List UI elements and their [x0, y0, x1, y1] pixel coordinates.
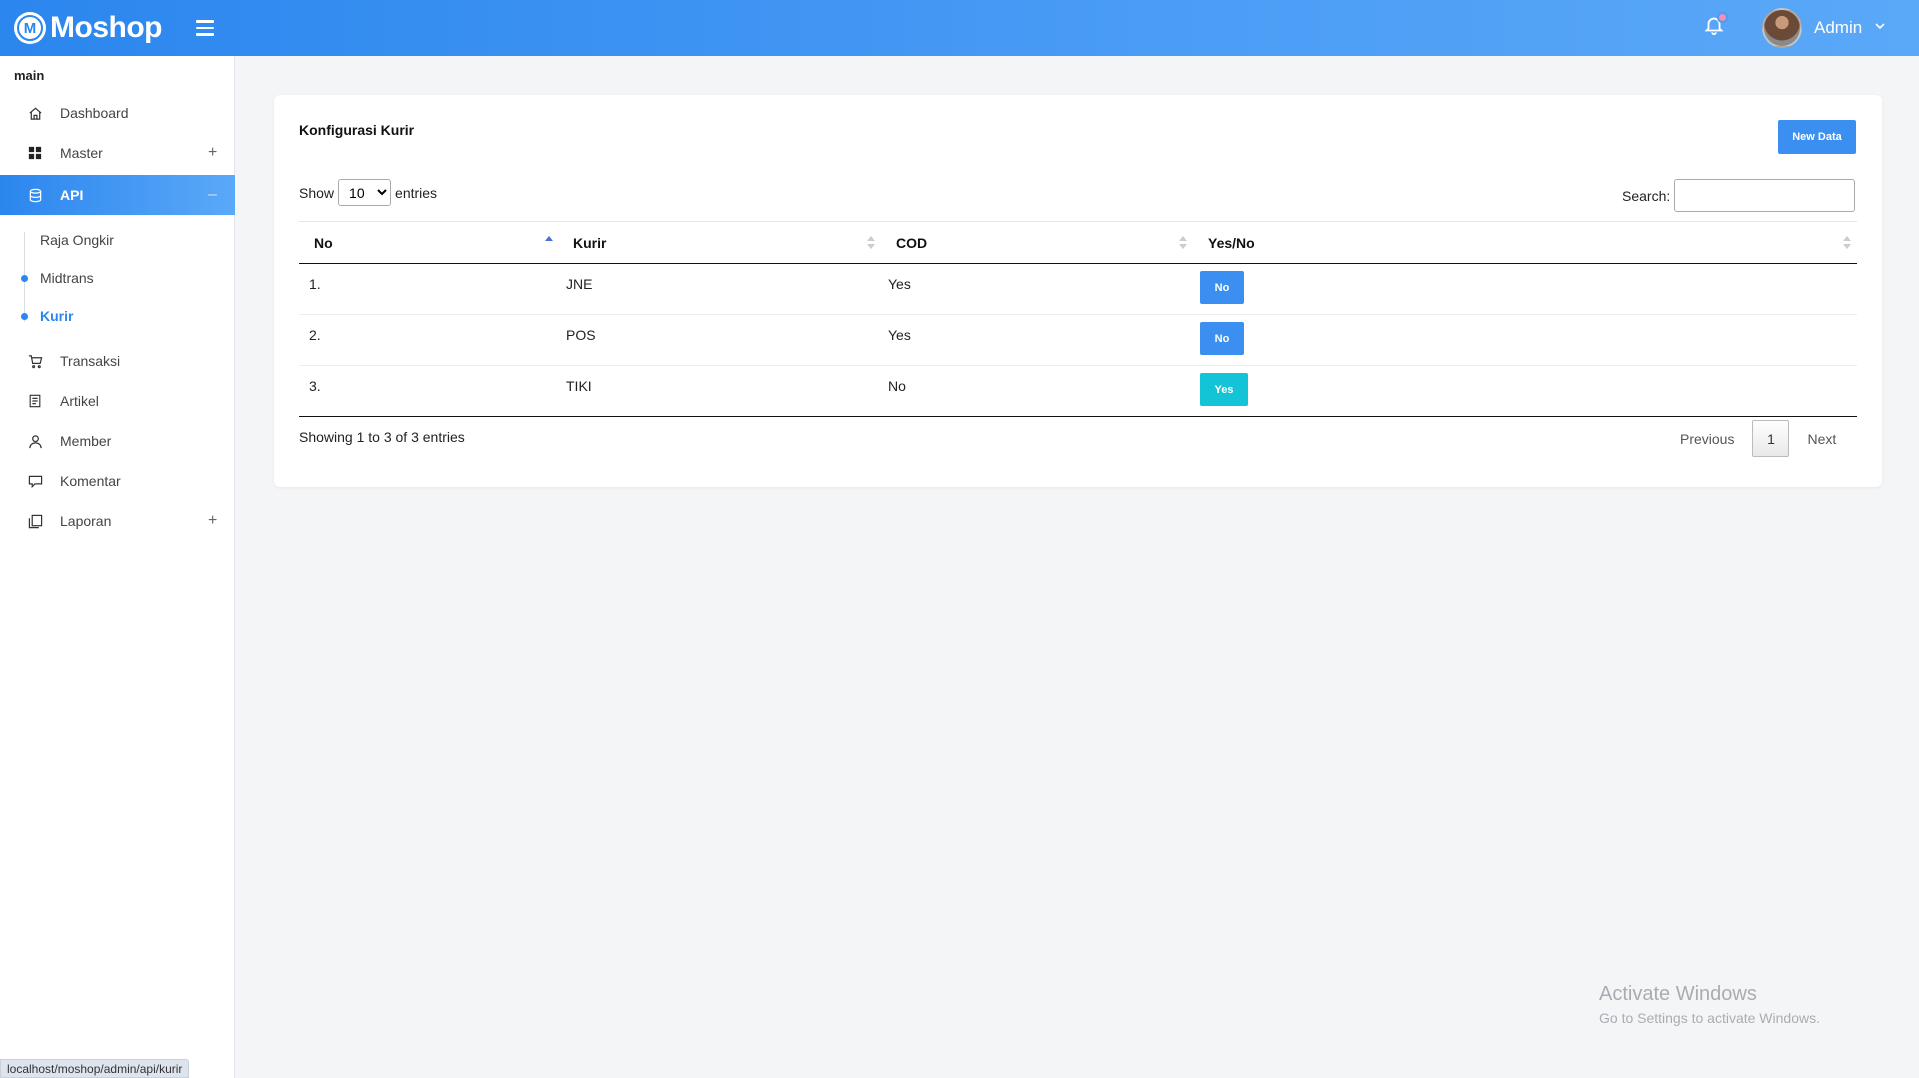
browser-status-url: localhost/moshop/admin/api/kurir: [0, 1059, 190, 1078]
sort-icon: [1179, 236, 1187, 250]
sidebar-item-label: Laporan: [60, 513, 112, 529]
sidebar-item-transaksi[interactable]: Transaksi: [0, 341, 235, 381]
collapse-icon[interactable]: –: [208, 186, 217, 204]
avatar[interactable]: [1762, 8, 1802, 48]
pagination: Previous 1 Next: [1680, 420, 1836, 457]
toggle-no-button[interactable]: No: [1200, 271, 1244, 304]
moshop-logo-icon: M: [14, 12, 46, 44]
cell-kurir: POS: [559, 314, 881, 366]
bullet-icon: [21, 312, 28, 320]
page-number-button[interactable]: 1: [1752, 420, 1790, 457]
sidebar-subitem-midtrans[interactable]: Midtrans: [0, 263, 235, 293]
sidebar-item-laporan[interactable]: Laporan +: [0, 501, 235, 541]
bullet-icon: [21, 274, 28, 282]
toggle-no-button[interactable]: No: [1200, 322, 1244, 355]
sidebar-subitem-label: Kurir: [40, 308, 74, 324]
table-header-row: No Kurir COD Yes/No: [299, 221, 1857, 264]
column-header-yes-no[interactable]: Yes/No: [1193, 221, 1857, 264]
next-page-button[interactable]: Next: [1807, 431, 1836, 447]
sidebar-item-artikel[interactable]: Artikel: [0, 381, 235, 421]
sidebar-item-label: Artikel: [60, 393, 99, 409]
sidebar-item-label: Master: [60, 145, 103, 161]
search-input[interactable]: [1674, 179, 1856, 212]
sidebar-item-label: Dashboard: [60, 105, 129, 121]
home-icon: [27, 105, 43, 121]
cell-kurir: JNE: [559, 263, 881, 315]
sort-icon: [867, 236, 875, 250]
brand-name: Moshop: [50, 11, 162, 44]
kurir-table: No Kurir COD Yes/No 1. JNE Yes No 2. POS…: [299, 221, 1857, 417]
sidebar-item-dashboard[interactable]: Dashboard: [0, 93, 235, 133]
sidebar-item-label: API: [60, 187, 84, 203]
previous-page-button[interactable]: Previous: [1680, 431, 1734, 447]
sidebar-subitem-label: Midtrans: [40, 270, 94, 286]
sidebar-item-label: Komentar: [60, 473, 121, 489]
expand-icon[interactable]: +: [208, 144, 217, 162]
notification-badge: [1717, 12, 1728, 23]
cell-cod: No: [881, 365, 1193, 417]
brand-logo[interactable]: M Moshop: [14, 11, 162, 45]
sidebar-item-label: Member: [60, 433, 112, 449]
top-navbar: M Moshop Admin: [0, 0, 1919, 56]
sidebar-subitem-label: Raja Ongkir: [40, 232, 114, 248]
user-icon: [27, 433, 43, 449]
sidebar-item-label: Transaksi: [60, 353, 121, 369]
sidebar-subitem-kurir[interactable]: Kurir: [0, 301, 235, 331]
cell-no: 1.: [299, 263, 559, 315]
table-row: 2. POS Yes No: [299, 314, 1857, 366]
search-control: Search:: [1622, 179, 1856, 212]
notification-bell-icon[interactable]: [1703, 12, 1728, 40]
cell-no: 2.: [299, 314, 559, 366]
sidebar-subitem-raja-ongkir[interactable]: Raja Ongkir: [0, 225, 235, 255]
cell-cod: Yes: [881, 263, 1193, 315]
page-length-select[interactable]: 10 25 50 100: [338, 179, 392, 206]
cell-toggle: No: [1193, 263, 1857, 315]
cell-kurir: TIKI: [559, 365, 881, 417]
sidebar-item-api[interactable]: API –: [0, 175, 235, 215]
toggle-yes-button[interactable]: Yes: [1200, 373, 1248, 406]
sort-icon: [1843, 236, 1851, 250]
sidebar-item-master[interactable]: Master +: [0, 133, 235, 173]
column-header-cod[interactable]: COD: [881, 221, 1193, 264]
column-header-no[interactable]: No: [299, 221, 559, 264]
kurir-config-card: Konfigurasi Kurir New Data Show 10 25 50…: [274, 95, 1882, 487]
show-label: Show: [299, 184, 335, 201]
search-label: Search:: [1622, 187, 1671, 204]
hamburger-menu-icon[interactable]: [196, 20, 214, 36]
chevron-down-icon[interactable]: [1872, 18, 1888, 34]
sidebar-item-komentar[interactable]: Komentar: [0, 461, 235, 501]
sidebar-section-label: main: [14, 68, 45, 83]
windows-activation-watermark: Activate Windows Go to Settings to activ…: [1599, 983, 1820, 1026]
table-info: Showing 1 to 3 of 3 entries: [299, 429, 465, 445]
entries-label: entries: [395, 184, 438, 201]
new-data-button[interactable]: New Data: [1778, 120, 1856, 154]
report-icon: [27, 513, 43, 529]
cart-icon: [27, 353, 43, 369]
table-row: 3. TIKI No Yes: [299, 365, 1857, 417]
sidebar: main Dashboard Master + API – Raja Ongki…: [0, 56, 235, 1078]
comment-icon: [27, 473, 43, 489]
table-row: 1. JNE Yes No: [299, 263, 1857, 315]
cell-toggle: Yes: [1193, 365, 1857, 417]
cell-no: 3.: [299, 365, 559, 417]
article-icon: [27, 393, 43, 409]
database-icon: [27, 187, 43, 203]
page-title: Konfigurasi Kurir: [299, 122, 415, 138]
sidebar-item-member[interactable]: Member: [0, 421, 235, 461]
column-header-kurir[interactable]: Kurir: [559, 221, 881, 264]
user-name[interactable]: Admin: [1814, 18, 1862, 38]
cell-cod: Yes: [881, 314, 1193, 366]
page-length-control: Show 10 25 50 100 entries: [299, 179, 437, 206]
cell-toggle: No: [1193, 314, 1857, 366]
grid-icon: [27, 145, 43, 161]
expand-icon[interactable]: +: [208, 512, 217, 530]
sort-ascending-icon: [545, 236, 553, 250]
